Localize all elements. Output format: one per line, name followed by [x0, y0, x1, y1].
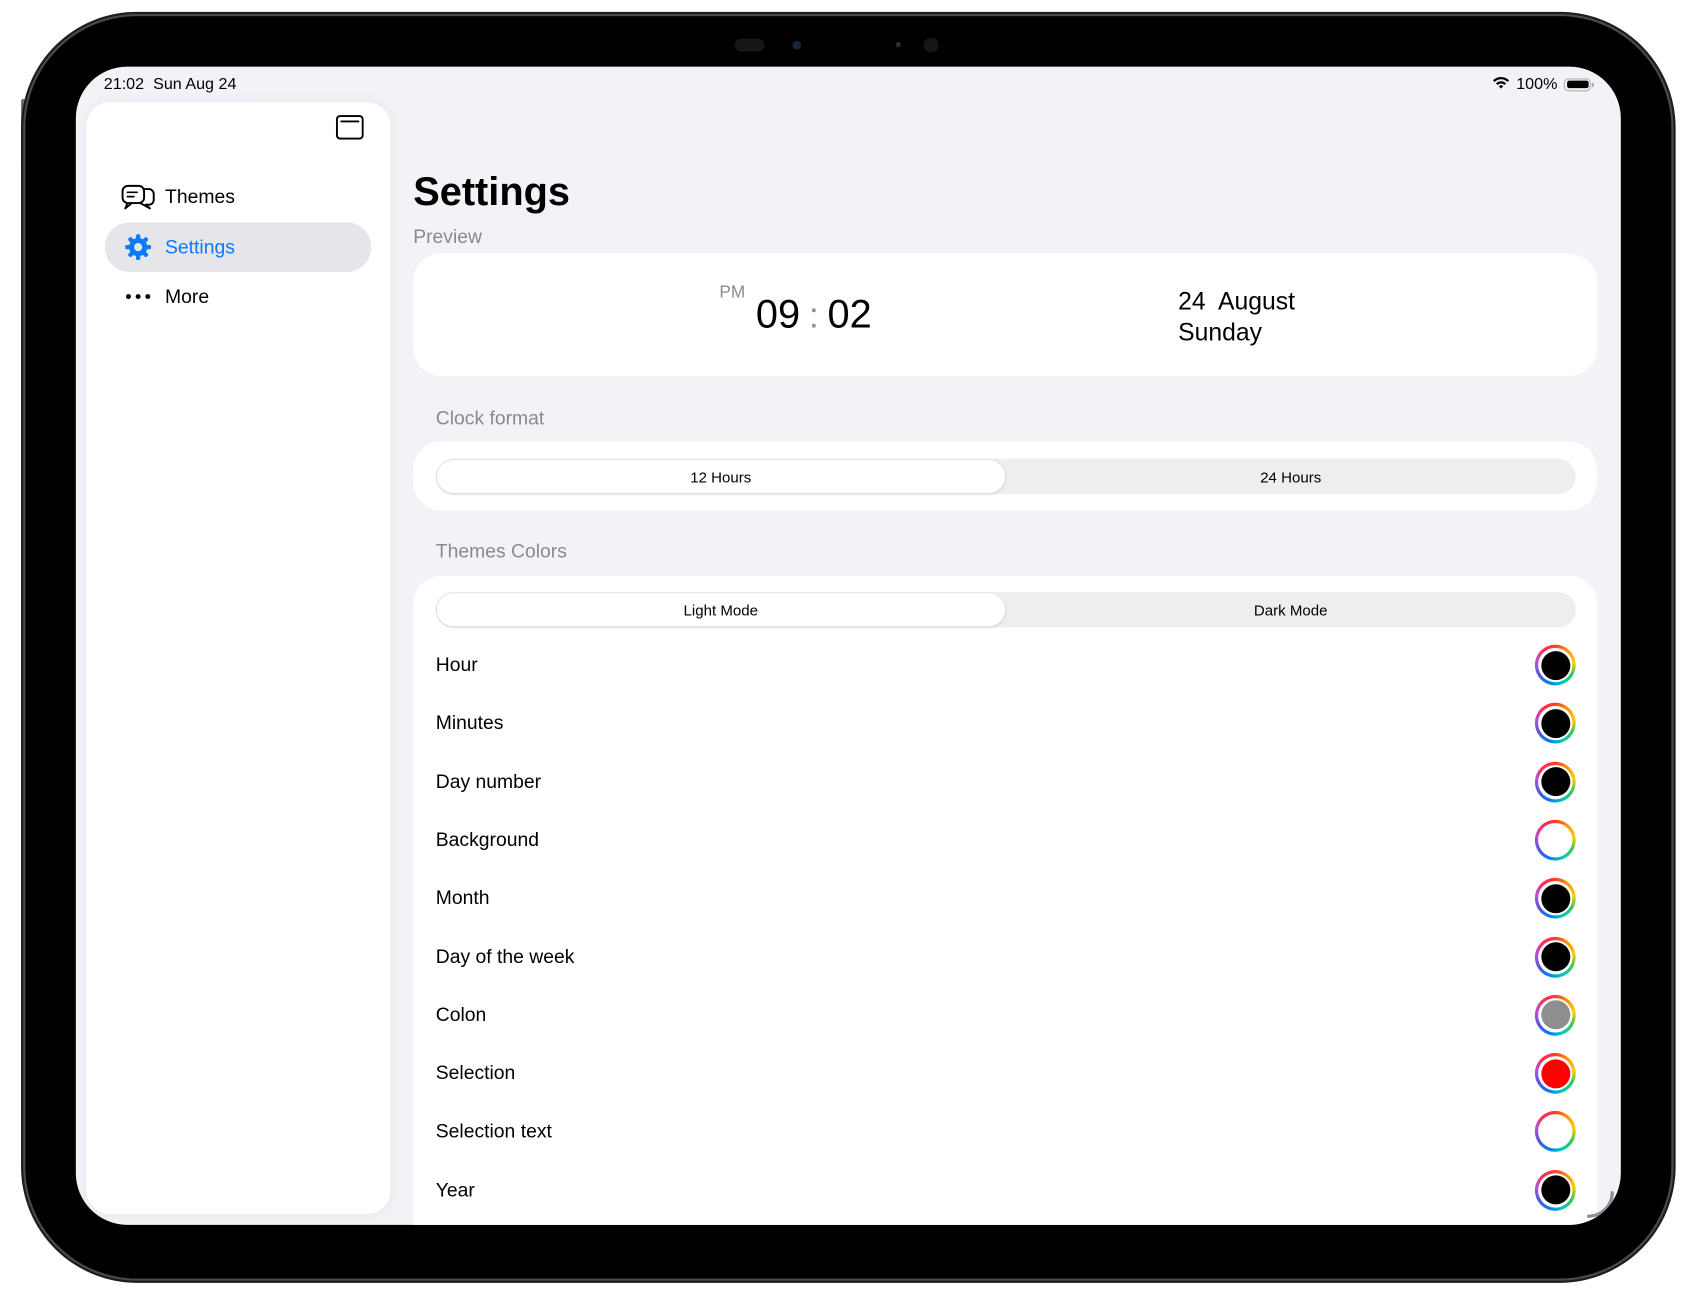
- sidebar-toggle-icon[interactable]: [335, 115, 364, 140]
- color-row-label: Hour: [435, 653, 478, 676]
- preview-day-month: 24 August: [1177, 286, 1295, 315]
- color-picker-swatch[interactable]: [1534, 702, 1576, 744]
- swatch-color-fill: [1540, 1175, 1570, 1205]
- color-picker-swatch[interactable]: [1534, 644, 1576, 686]
- swatch-color-fill: [1540, 883, 1570, 913]
- clock-format-section-label: Clock format: [435, 407, 544, 429]
- swatch-ring-gap: [1537, 997, 1573, 1033]
- swatch-color-fill: [1540, 825, 1570, 855]
- swatch-ring-gap: [1537, 706, 1573, 741]
- ellipsis-icon: [119, 281, 156, 311]
- color-row-label: Background: [435, 828, 539, 851]
- color-row[interactable]: Hour: [413, 636, 1597, 694]
- resize-handle-icon[interactable]: [1586, 1190, 1614, 1218]
- color-picker-swatch[interactable]: [1534, 761, 1576, 803]
- sidebar-item-label: Themes: [164, 185, 235, 207]
- color-row-label: Selection text: [435, 1120, 552, 1142]
- color-picker-swatch[interactable]: [1534, 1053, 1576, 1094]
- segment-light-mode[interactable]: Light Mode: [436, 593, 1005, 627]
- color-picker-swatch[interactable]: [1534, 1111, 1576, 1153]
- gear-icon: [119, 232, 156, 262]
- sidebar-item-label: Settings: [164, 235, 235, 258]
- color-row[interactable]: Year: [413, 1161, 1597, 1219]
- preview-hour: 09: [755, 292, 800, 337]
- preview-colon: :: [808, 295, 819, 337]
- swatch-color-fill: [1540, 1000, 1570, 1030]
- status-bar-time-date: 21:02 Sun Aug 24: [103, 75, 236, 93]
- clock-format-card: 12 Hours 24 Hours: [412, 441, 1597, 511]
- clock-format-segmented-control: 12 Hours 24 Hours: [435, 458, 1576, 495]
- preview-section-label: Preview: [412, 225, 482, 248]
- color-row-label: Selection: [435, 1062, 515, 1084]
- swatch-color-fill: [1540, 1117, 1570, 1147]
- wifi-icon: [1491, 75, 1509, 93]
- color-row-label: Month: [435, 887, 490, 909]
- camera-icon: [792, 40, 801, 50]
- screen: 21:02 Sun Aug 24 100% Themes Settings Mo…: [75, 66, 1621, 1225]
- status-bar-indicators: 100%: [1491, 75, 1594, 94]
- swatch-ring-gap: [1537, 647, 1573, 683]
- swatch-color-fill: [1540, 650, 1570, 680]
- battery-icon: [1563, 77, 1594, 91]
- preview-time: 09:02: [756, 292, 872, 337]
- color-picker-swatch[interactable]: [1534, 877, 1576, 919]
- sidebar: Themes Settings More: [86, 102, 391, 1215]
- segment-dark-mode[interactable]: Dark Mode: [1006, 593, 1574, 626]
- sidebar-item-label: More: [164, 285, 209, 307]
- device-frame: 21:02 Sun Aug 24 100% Themes Settings Mo…: [6, 0, 1691, 1300]
- color-row-label: Year: [435, 1178, 475, 1201]
- swatch-color-fill: [1540, 767, 1570, 797]
- themes-colors-section-label: Themes Colors: [435, 540, 567, 562]
- segment-24-hours[interactable]: 24 Hours: [1006, 460, 1574, 493]
- swatch-ring-gap: [1537, 764, 1573, 799]
- color-picker-swatch[interactable]: [1534, 936, 1576, 978]
- color-row[interactable]: Month: [413, 869, 1597, 927]
- page-title: Settings: [412, 169, 570, 214]
- color-row[interactable]: Colon: [413, 986, 1597, 1044]
- preview-weekday: Sunday: [1177, 318, 1262, 346]
- preview-minutes: 02: [827, 292, 872, 337]
- themes-colors-card: Light Mode Dark Mode Hour Minutes Day numb…: [412, 575, 1597, 1225]
- swatch-ring-gap: [1537, 881, 1573, 916]
- color-row-label: Day number: [435, 770, 541, 792]
- camera-bar: [723, 34, 949, 55]
- segment-12-hours[interactable]: 12 Hours: [436, 459, 1005, 494]
- color-row[interactable]: Day number: [413, 753, 1597, 811]
- sidebar-item-more[interactable]: More: [104, 272, 370, 321]
- battery-percentage: 100%: [1515, 75, 1558, 94]
- color-row[interactable]: Minutes: [413, 694, 1597, 752]
- theme-mode-segmented-control: Light Mode Dark Mode: [435, 591, 1576, 628]
- side-button: [20, 98, 25, 168]
- swatch-color-fill: [1540, 708, 1570, 738]
- status-time: 21:02: [103, 75, 144, 94]
- color-row-label: Minutes: [435, 712, 504, 734]
- color-picker-swatch[interactable]: [1534, 819, 1576, 861]
- sidebar-item-themes[interactable]: Themes: [104, 172, 370, 221]
- preview-date: 24 August Sunday: [1178, 286, 1295, 348]
- color-row[interactable]: Selection text: [413, 1103, 1597, 1161]
- swatch-color-fill: [1540, 942, 1570, 972]
- color-row-label: Colon: [435, 1003, 486, 1026]
- preview-card: PM 09:02 24 August Sunday: [412, 253, 1597, 377]
- color-picker-swatch[interactable]: [1534, 1169, 1576, 1211]
- color-row-label: Day of the week: [435, 945, 575, 967]
- themes-icon: [119, 182, 156, 212]
- color-picker-swatch[interactable]: [1534, 994, 1576, 1036]
- swatch-ring-gap: [1537, 1056, 1573, 1091]
- status-date: Sun Aug 24: [152, 75, 237, 94]
- sidebar-item-settings[interactable]: Settings: [104, 222, 371, 272]
- color-row[interactable]: Background: [413, 811, 1597, 869]
- color-row[interactable]: Day of the week: [413, 928, 1597, 986]
- swatch-ring-gap: [1537, 822, 1573, 858]
- swatch-ring-gap: [1537, 1114, 1573, 1149]
- swatch-ring-gap: [1537, 939, 1573, 974]
- swatch-color-fill: [1540, 1058, 1570, 1088]
- swatch-ring-gap: [1537, 1172, 1573, 1208]
- color-row[interactable]: Selection: [413, 1044, 1597, 1102]
- preview-period: PM: [718, 283, 745, 302]
